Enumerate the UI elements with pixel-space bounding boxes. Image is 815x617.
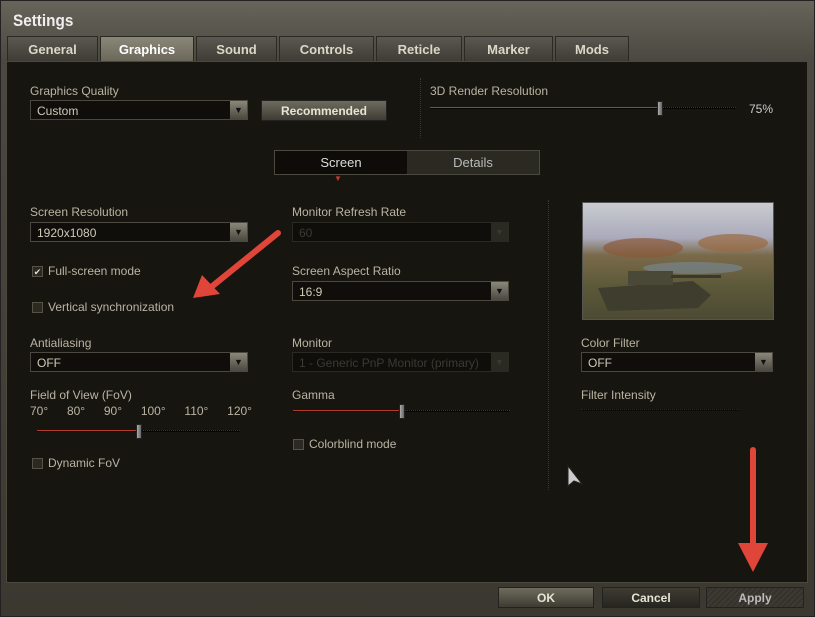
- ok-button[interactable]: OK: [498, 587, 594, 608]
- red-arrow-icon: [193, 230, 281, 298]
- cancel-button[interactable]: Cancel: [602, 587, 700, 608]
- apply-button[interactable]: Apply: [706, 587, 804, 608]
- annotation-arrows: [193, 230, 768, 572]
- red-arrow-icon: [738, 447, 768, 572]
- mouse-cursor-icon: [567, 464, 584, 488]
